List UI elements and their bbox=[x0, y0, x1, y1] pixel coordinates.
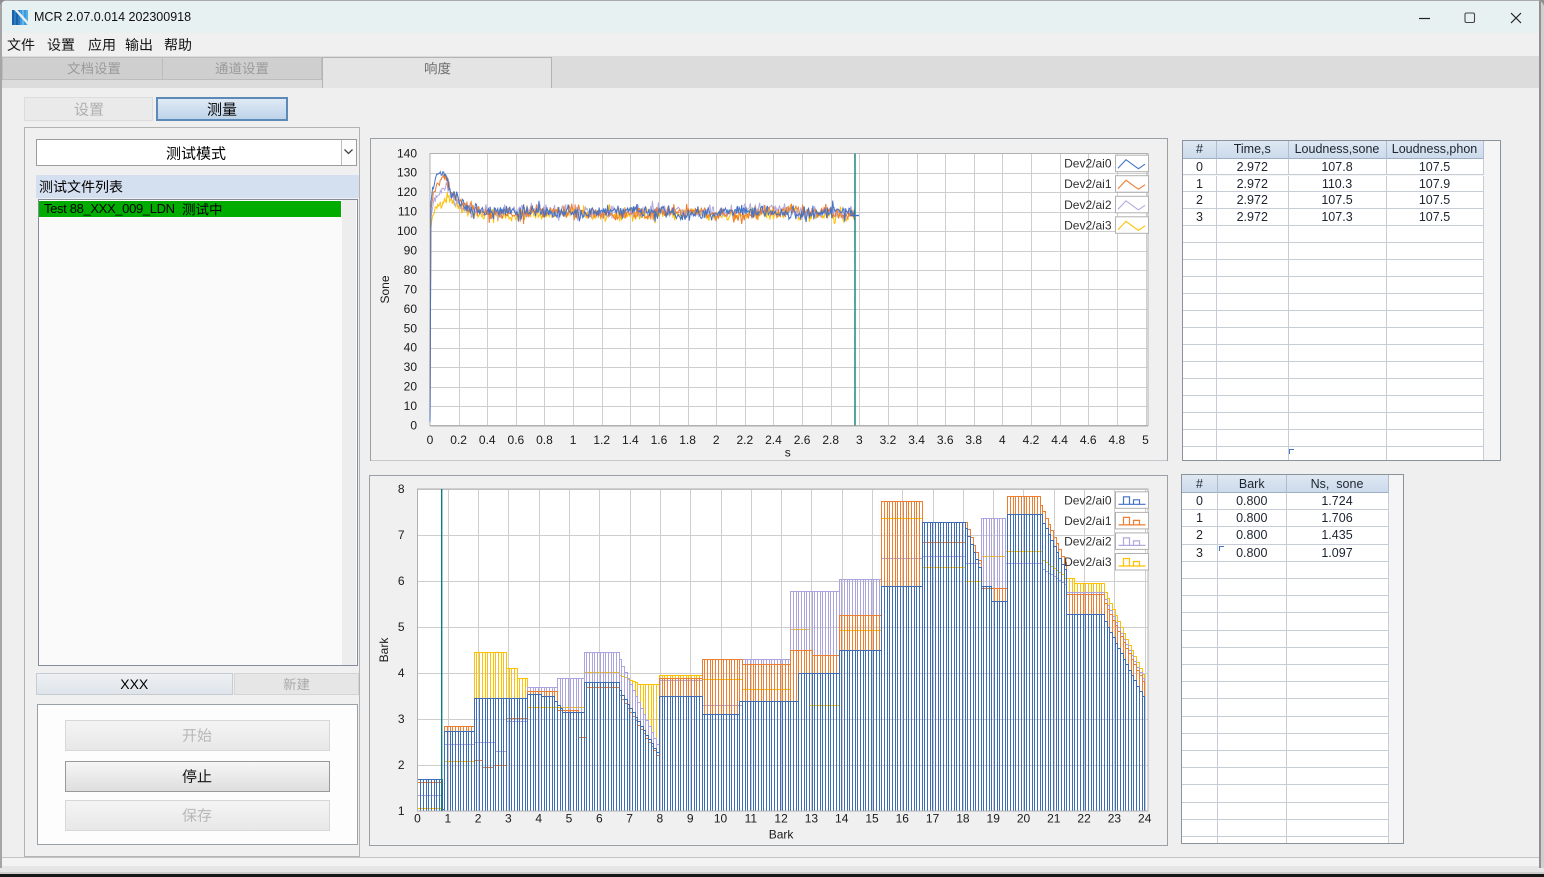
svg-text:8: 8 bbox=[657, 812, 664, 826]
svg-text:3.6: 3.6 bbox=[937, 433, 954, 447]
svg-text:4.8: 4.8 bbox=[1109, 433, 1126, 447]
svg-text:0.6: 0.6 bbox=[508, 433, 525, 447]
svg-text:15: 15 bbox=[865, 812, 879, 826]
svg-text:14: 14 bbox=[835, 812, 849, 826]
svg-text:13: 13 bbox=[805, 812, 819, 826]
svg-text:Dev2/ai2: Dev2/ai2 bbox=[1064, 534, 1112, 548]
svg-text:4: 4 bbox=[535, 812, 542, 826]
svg-text:Dev2/ai0: Dev2/ai0 bbox=[1064, 493, 1112, 507]
svg-text:7: 7 bbox=[626, 812, 633, 826]
svg-text:0: 0 bbox=[410, 418, 417, 432]
svg-text:Dev2/ai3: Dev2/ai3 bbox=[1064, 555, 1112, 569]
svg-text:s: s bbox=[785, 445, 791, 459]
svg-text:12: 12 bbox=[774, 812, 788, 826]
svg-text:4.4: 4.4 bbox=[1051, 433, 1068, 447]
svg-text:3.2: 3.2 bbox=[880, 433, 897, 447]
svg-text:5: 5 bbox=[566, 812, 573, 826]
svg-text:2: 2 bbox=[475, 812, 482, 826]
svg-text:2.8: 2.8 bbox=[822, 433, 839, 447]
svg-text:18: 18 bbox=[956, 812, 970, 826]
svg-text:2.4: 2.4 bbox=[765, 433, 782, 447]
svg-text:11: 11 bbox=[745, 812, 758, 826]
svg-text:Dev2/ai3: Dev2/ai3 bbox=[1064, 218, 1112, 232]
svg-text:1: 1 bbox=[398, 804, 405, 818]
svg-text:2.2: 2.2 bbox=[736, 433, 753, 447]
svg-text:17: 17 bbox=[926, 812, 940, 826]
svg-text:2: 2 bbox=[398, 758, 405, 772]
svg-text:130: 130 bbox=[397, 165, 417, 179]
svg-text:3.8: 3.8 bbox=[965, 433, 982, 447]
svg-text:9: 9 bbox=[687, 812, 694, 826]
svg-text:80: 80 bbox=[404, 262, 418, 276]
svg-text:3: 3 bbox=[505, 812, 512, 826]
svg-text:5: 5 bbox=[398, 620, 405, 634]
svg-text:4.6: 4.6 bbox=[1080, 433, 1097, 447]
svg-text:6: 6 bbox=[596, 812, 603, 826]
svg-text:70: 70 bbox=[404, 282, 418, 296]
svg-text:3.4: 3.4 bbox=[908, 433, 925, 447]
svg-text:4.2: 4.2 bbox=[1023, 433, 1040, 447]
svg-text:20: 20 bbox=[1017, 812, 1031, 826]
svg-text:110: 110 bbox=[398, 204, 417, 218]
svg-text:30: 30 bbox=[404, 360, 418, 374]
svg-text:Sone: Sone bbox=[378, 275, 392, 303]
svg-text:7: 7 bbox=[398, 528, 405, 542]
svg-text:Bark: Bark bbox=[769, 828, 795, 842]
svg-text:100: 100 bbox=[397, 224, 417, 238]
svg-text:1.2: 1.2 bbox=[593, 433, 610, 447]
svg-text:23: 23 bbox=[1108, 812, 1122, 826]
svg-text:2: 2 bbox=[713, 433, 720, 447]
svg-text:90: 90 bbox=[404, 243, 418, 257]
svg-text:1: 1 bbox=[444, 812, 451, 826]
svg-text:10: 10 bbox=[714, 812, 728, 826]
svg-text:6: 6 bbox=[398, 574, 405, 588]
svg-text:1: 1 bbox=[570, 433, 577, 447]
svg-text:22: 22 bbox=[1077, 812, 1091, 826]
svg-text:3: 3 bbox=[398, 712, 405, 726]
svg-text:Dev2/ai2: Dev2/ai2 bbox=[1064, 197, 1112, 211]
svg-text:50: 50 bbox=[404, 321, 418, 335]
svg-text:40: 40 bbox=[404, 340, 418, 354]
svg-text:Dev2/ai1: Dev2/ai1 bbox=[1064, 514, 1112, 528]
svg-text:4: 4 bbox=[398, 666, 405, 680]
svg-text:4: 4 bbox=[999, 433, 1006, 447]
svg-text:19: 19 bbox=[987, 812, 1001, 826]
svg-text:0.4: 0.4 bbox=[479, 433, 496, 447]
svg-text:16: 16 bbox=[896, 812, 910, 826]
svg-text:1.6: 1.6 bbox=[651, 433, 668, 447]
svg-text:Dev2/ai0: Dev2/ai0 bbox=[1064, 156, 1112, 170]
svg-text:24: 24 bbox=[1138, 812, 1152, 826]
svg-text:21: 21 bbox=[1047, 812, 1061, 826]
svg-text:3: 3 bbox=[856, 433, 863, 447]
svg-text:1.8: 1.8 bbox=[679, 433, 696, 447]
svg-text:60: 60 bbox=[404, 301, 418, 315]
svg-text:8: 8 bbox=[398, 482, 405, 496]
svg-text:0: 0 bbox=[414, 812, 421, 826]
svg-text:120: 120 bbox=[397, 185, 417, 199]
svg-text:0: 0 bbox=[427, 433, 434, 447]
svg-text:Dev2/ai1: Dev2/ai1 bbox=[1064, 177, 1112, 191]
svg-text:1.4: 1.4 bbox=[622, 433, 639, 447]
svg-text:5: 5 bbox=[1142, 433, 1149, 447]
svg-text:20: 20 bbox=[404, 379, 418, 393]
svg-text:2.6: 2.6 bbox=[794, 433, 811, 447]
svg-text:Bark: Bark bbox=[377, 637, 391, 663]
svg-text:0.2: 0.2 bbox=[450, 433, 467, 447]
svg-text:0.8: 0.8 bbox=[536, 433, 553, 447]
svg-text:140: 140 bbox=[397, 146, 417, 160]
svg-text:10: 10 bbox=[404, 399, 418, 413]
